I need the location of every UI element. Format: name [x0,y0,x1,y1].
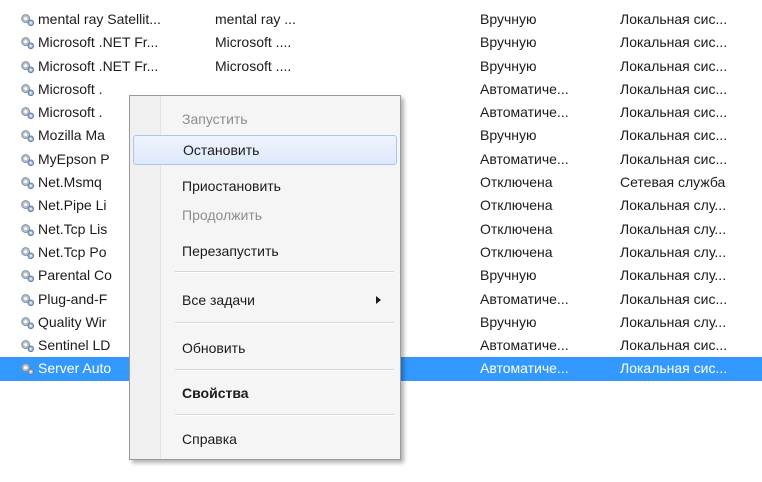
service-description: mental ray ... [215,11,296,27]
service-logon-as: Локальная слу... [620,197,727,214]
menu-item-all-tasks[interactable]: Все задачи [133,285,397,315]
service-logon-as: Локальная сис... [620,127,728,144]
service-description: Microsoft .... [215,34,292,51]
service-logon-as: Локальная сис... [620,150,728,167]
service-startup-type: Отключена [480,243,553,260]
service-startup-type: Автоматиче... [480,337,569,354]
service-startup-type: Вручную [480,57,537,74]
gear-icon [20,241,36,264]
service-startup-type: Вручную [480,11,537,27]
service-startup-type: Отключена [480,220,553,237]
service-startup-type: Автоматиче... [480,80,569,97]
gear-icon [20,148,36,171]
gear-icon [20,357,36,380]
gear-icon [20,264,36,287]
gear-icon [20,8,36,31]
service-startup-type: Автоматиче... [480,360,569,377]
service-logon-as: Локальная сис... [620,80,728,97]
service-logon-as: Локальная слу... [620,243,727,260]
service-row[interactable]: mental ray Satellit... mental ray ... Вруч… [0,8,762,31]
gear-icon [20,288,36,311]
chevron-right-icon [376,296,381,304]
service-logon-as: Локальная сис... [620,337,728,354]
service-logon-as: Локальная сис... [620,11,728,27]
service-description: Microsoft .... [215,57,292,74]
menu-item-help[interactable]: Справка [133,424,397,454]
service-startup-type: Автоматиче... [480,104,569,121]
service-name: Microsoft .NET Fr... [38,57,159,74]
service-logon-as: Локальная слу... [620,313,727,330]
context-menu: Запустить Остановить Приостановить Продо… [129,95,401,460]
menu-separator [175,414,394,416]
menu-separator [175,322,394,324]
service-logon-as: Локальная слу... [620,267,727,284]
service-startup-type: Вручную [480,313,537,330]
gear-icon [20,101,36,124]
menu-item-pause[interactable]: Приостановить [133,171,397,201]
menu-separator [175,369,394,371]
service-row[interactable]: Microsoft .NET Fr... Microsoft .... Вручну… [0,55,762,78]
service-startup-type: Отключена [480,197,553,214]
gear-icon [20,334,36,357]
service-logon-as: Локальная сис... [620,57,728,74]
service-name: mental ray Satellit... [38,11,161,27]
service-logon-as: Локальная сис... [620,290,728,307]
gear-icon [20,194,36,217]
menu-item-properties[interactable]: Свойства [133,378,397,408]
gear-icon [20,218,36,241]
service-startup-type: Отключена [480,174,553,191]
service-startup-type: Вручную [480,267,537,284]
menu-item-resume[interactable]: Продолжить [133,200,397,230]
gear-icon [20,311,36,334]
service-startup-type: Вручную [480,34,537,51]
service-logon-as: Локальная сис... [620,104,728,121]
gear-icon [20,78,36,101]
service-row[interactable]: Microsoft .NET Fr... Microsoft .... Вручну… [0,31,762,54]
menu-item-start[interactable]: Запустить [133,104,397,134]
service-logon-as: Локальная слу... [620,220,727,237]
menu-item-all-tasks-label: Все задачи [182,292,255,308]
service-logon-as: Локальная сис... [620,34,728,51]
service-startup-type: Автоматиче... [480,150,569,167]
menu-item-stop[interactable]: Остановить [133,135,397,165]
service-startup-type: Вручную [480,127,537,144]
menu-item-refresh[interactable]: Обновить [133,333,397,363]
service-name: Microsoft .NET Fr... [38,34,159,51]
gear-icon [20,31,36,54]
gear-icon [20,55,36,78]
menu-separator [175,271,394,273]
gear-icon [20,124,36,147]
gear-icon [20,171,36,194]
service-logon-as: Локальная сис... [620,360,728,377]
service-startup-type: Автоматиче... [480,290,569,307]
service-logon-as: Сетевая служба [620,174,726,191]
menu-item-restart[interactable]: Перезапустить [133,236,397,266]
